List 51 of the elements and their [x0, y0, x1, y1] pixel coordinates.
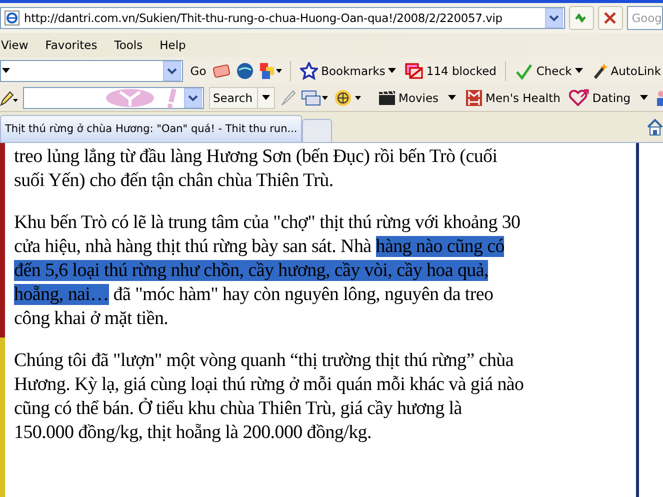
search-button[interactable]: Search — [209, 86, 275, 108]
caret-icon — [574, 68, 583, 74]
caret-icon — [2, 68, 10, 74]
article-paragraph: treo lủng lẳng từ đầu làng Hương Sơn (bến Đục) rồi bến Trò (cuối suối Yến) cho đến tận chân chùa Thiên Trù. — [14, 145, 498, 193]
star-icon — [300, 62, 318, 80]
globe-icon[interactable] — [334, 88, 362, 106]
address-field[interactable]: http://dantri.com.vn/Sukien/Thit-thu-rung-o-chua-Huong-Oan-qua!/2008/2/220057.vip — [0, 7, 565, 29]
spell-check-button[interactable]: Check — [513, 62, 585, 80]
caret-icon — [448, 94, 456, 100]
blocks-icon[interactable] — [259, 62, 284, 80]
windows-icon[interactable] — [300, 88, 329, 106]
menu-item[interactable]: Favorites — [44, 38, 98, 52]
article-paragraph: Chúng tôi đã "lượn" một vòng quanh “thị trường thịt thú rừng” chùa Hương. Kỳ lạ, giá cùng loại thú rừng ở mỗi quán mỗi khác và giá nào cũng có thể bán. Ở tiểu khu chùa Thiên Trù, giá cầy hương là 150.000 đồng/kg, thịt hoẵng là 200.000 đồng/kg. — [14, 349, 525, 445]
popup-blocker-button[interactable]: 114 blocked — [403, 62, 498, 80]
search-field[interactable] — [23, 86, 204, 108]
menu-item[interactable]: View — [0, 38, 30, 52]
caret-icon — [388, 68, 396, 74]
close-icon — [603, 11, 618, 25]
dropdown-button[interactable] — [184, 88, 202, 108]
card-icon[interactable] — [213, 62, 232, 78]
dating-link[interactable]: Dating — [567, 88, 650, 106]
clapperboard-icon — [378, 90, 396, 106]
chevron-icon — [188, 94, 198, 102]
toolbar-dropdown-field[interactable] — [0, 60, 184, 82]
health-link[interactable]: Men's Health — [462, 88, 562, 106]
menu-item[interactable]: Tools — [113, 38, 144, 52]
mh-logo-icon — [464, 88, 483, 106]
pencil-icon[interactable] — [0, 90, 18, 106]
checkmark-icon — [515, 62, 534, 80]
stop-button[interactable] — [598, 6, 623, 30]
caret-icon — [262, 94, 270, 100]
url-text: http://dantri.com.vn/Sukien/Thit-thu-rung-o-chua-Huong-Oan-qua!/2008/2/220057.vip — [24, 11, 504, 25]
heart-arrow-icon — [569, 88, 590, 106]
go-button[interactable]: Go — [188, 64, 208, 78]
dropdown-button[interactable] — [163, 60, 182, 80]
caret-icon — [640, 94, 648, 100]
magic-wand-icon — [592, 62, 608, 80]
autolink-button[interactable]: AutoLink — [590, 62, 663, 80]
chevron-icon — [167, 66, 178, 74]
refresh-button[interactable] — [569, 6, 594, 30]
article-paragraph: Khu bến Trò có lẽ là trung tâm của "chợ" thịt thú rừng với khoảng 30 cửa hiệu, nhà hàng thịt thú rừng bày san sát. Nhà hàng nào cũng có đến 5,6 loại thú rừng như chồn, cầy hương, cầy vòi, cầy hoa quả, hoẵng, nai… đã "móc hàm" hay còn nguyên lông, nguyên da treo công khai ở mặt tiền. — [14, 211, 522, 331]
bookmarks-button[interactable]: Bookmarks — [298, 62, 398, 80]
globe-icon[interactable] — [236, 62, 254, 80]
menu-item[interactable]: Help — [158, 38, 187, 52]
chevron-icon — [549, 14, 559, 22]
movies-link[interactable]: Movies — [376, 90, 458, 106]
blocked-windows-icon — [405, 62, 424, 80]
dropdown-button[interactable] — [545, 8, 563, 28]
home-icon[interactable] — [647, 118, 663, 136]
browser-tab[interactable]: Thịt thú rừng ở chùa Hương: "Oan" quá! - Thit thu run... — [0, 115, 302, 142]
browser-logo-icon — [4, 10, 20, 26]
